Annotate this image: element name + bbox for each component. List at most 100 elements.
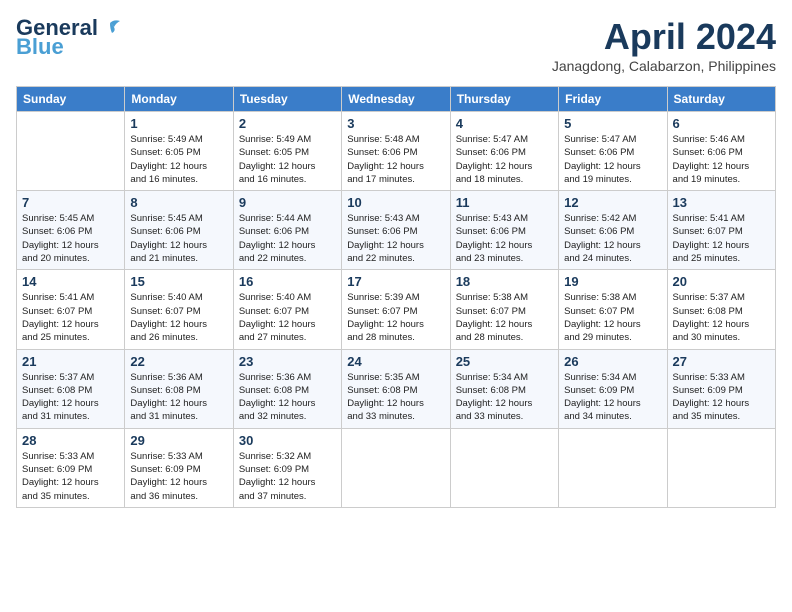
table-cell: 15 Sunrise: 5:40 AM Sunset: 6:07 PM Dayli… — [125, 270, 233, 349]
day-info: Sunrise: 5:47 AM Sunset: 6:06 PM Dayligh… — [564, 133, 661, 186]
col-wednesday: Wednesday — [342, 87, 450, 112]
day-number: 26 — [564, 354, 661, 369]
day-info: Sunrise: 5:45 AM Sunset: 6:06 PM Dayligh… — [130, 212, 227, 265]
table-cell: 5 Sunrise: 5:47 AM Sunset: 6:06 PM Daylig… — [559, 112, 667, 191]
col-saturday: Saturday — [667, 87, 775, 112]
table-cell: 3 Sunrise: 5:48 AM Sunset: 6:06 PM Daylig… — [342, 112, 450, 191]
day-info: Sunrise: 5:34 AM Sunset: 6:08 PM Dayligh… — [456, 371, 553, 424]
day-number: 15 — [130, 274, 227, 289]
day-number: 14 — [22, 274, 119, 289]
day-number: 2 — [239, 116, 336, 131]
table-cell — [667, 428, 775, 507]
day-info: Sunrise: 5:42 AM Sunset: 6:06 PM Dayligh… — [564, 212, 661, 265]
day-number: 29 — [130, 433, 227, 448]
col-friday: Friday — [559, 87, 667, 112]
day-number: 13 — [673, 195, 770, 210]
day-number: 7 — [22, 195, 119, 210]
col-sunday: Sunday — [17, 87, 125, 112]
day-info: Sunrise: 5:34 AM Sunset: 6:09 PM Dayligh… — [564, 371, 661, 424]
table-cell: 6 Sunrise: 5:46 AM Sunset: 6:06 PM Daylig… — [667, 112, 775, 191]
day-info: Sunrise: 5:43 AM Sunset: 6:06 PM Dayligh… — [456, 212, 553, 265]
day-number: 23 — [239, 354, 336, 369]
table-cell: 9Sunrise: 5:44 AM Sunset: 6:06 PM Daylig… — [233, 191, 341, 270]
day-info: Sunrise: 5:45 AM Sunset: 6:06 PM Dayligh… — [22, 212, 119, 265]
table-cell: 12 Sunrise: 5:42 AM Sunset: 6:06 PM Dayli… — [559, 191, 667, 270]
day-info: Sunrise: 5:41 AM Sunset: 6:07 PM Dayligh… — [673, 212, 770, 265]
table-cell: 2 Sunrise: 5:49 AM Sunset: 6:05 PM Daylig… — [233, 112, 341, 191]
table-cell — [342, 428, 450, 507]
table-cell: 4Sunrise: 5:47 AM Sunset: 6:06 PM Daylig… — [450, 112, 558, 191]
day-number: 16 — [239, 274, 336, 289]
calendar-header-row: Sunday Monday Tuesday Wednesday Thursday… — [17, 87, 776, 112]
day-number: 20 — [673, 274, 770, 289]
day-info: Sunrise: 5:48 AM Sunset: 6:06 PM Dayligh… — [347, 133, 444, 186]
table-cell: 26 Sunrise: 5:34 AM Sunset: 6:09 PM Dayli… — [559, 349, 667, 428]
day-number: 11 — [456, 195, 553, 210]
table-cell — [17, 112, 125, 191]
table-cell: 21 Sunrise: 5:37 AM Sunset: 6:08 PM Dayli… — [17, 349, 125, 428]
day-info: Sunrise: 5:49 AM Sunset: 6:05 PM Dayligh… — [239, 133, 336, 186]
table-cell: 8 Sunrise: 5:45 AM Sunset: 6:06 PM Daylig… — [125, 191, 233, 270]
logo-bird-icon — [100, 19, 122, 37]
table-cell: 1Sunrise: 5:49 AM Sunset: 6:05 PM Daylig… — [125, 112, 233, 191]
day-number: 24 — [347, 354, 444, 369]
day-number: 6 — [673, 116, 770, 131]
logo-blue: Blue — [16, 34, 64, 60]
day-number: 18 — [456, 274, 553, 289]
day-info: Sunrise: 5:32 AM Sunset: 6:09 PM Dayligh… — [239, 450, 336, 503]
table-cell: 18 Sunrise: 5:38 AM Sunset: 6:07 PM Dayli… — [450, 270, 558, 349]
calendar-week-row: 21 Sunrise: 5:37 AM Sunset: 6:08 PM Dayli… — [17, 349, 776, 428]
table-cell: 24 Sunrise: 5:35 AM Sunset: 6:08 PM Dayli… — [342, 349, 450, 428]
table-cell — [450, 428, 558, 507]
table-cell: 10Sunrise: 5:43 AM Sunset: 6:06 PM Dayli… — [342, 191, 450, 270]
day-number: 9 — [239, 195, 336, 210]
col-thursday: Thursday — [450, 87, 558, 112]
day-number: 8 — [130, 195, 227, 210]
day-number: 17 — [347, 274, 444, 289]
table-cell: 14 Sunrise: 5:41 AM Sunset: 6:07 PM Dayli… — [17, 270, 125, 349]
month-title: April 2024 — [552, 16, 776, 58]
page-header: General Blue April 2024 Janagdong, Calab… — [16, 16, 776, 74]
col-monday: Monday — [125, 87, 233, 112]
day-number: 5 — [564, 116, 661, 131]
day-number: 22 — [130, 354, 227, 369]
table-cell: 23 Sunrise: 5:36 AM Sunset: 6:08 PM Dayli… — [233, 349, 341, 428]
day-number: 21 — [22, 354, 119, 369]
day-info: Sunrise: 5:38 AM Sunset: 6:07 PM Dayligh… — [456, 291, 553, 344]
day-info: Sunrise: 5:46 AM Sunset: 6:06 PM Dayligh… — [673, 133, 770, 186]
calendar-week-row: 14 Sunrise: 5:41 AM Sunset: 6:07 PM Dayli… — [17, 270, 776, 349]
day-info: Sunrise: 5:39 AM Sunset: 6:07 PM Dayligh… — [347, 291, 444, 344]
table-cell: 17 Sunrise: 5:39 AM Sunset: 6:07 PM Dayli… — [342, 270, 450, 349]
day-number: 25 — [456, 354, 553, 369]
table-cell — [559, 428, 667, 507]
table-cell: 20Sunrise: 5:37 AM Sunset: 6:08 PM Dayli… — [667, 270, 775, 349]
day-info: Sunrise: 5:41 AM Sunset: 6:07 PM Dayligh… — [22, 291, 119, 344]
day-number: 12 — [564, 195, 661, 210]
day-number: 10 — [347, 195, 444, 210]
table-cell: 16Sunrise: 5:40 AM Sunset: 6:07 PM Dayli… — [233, 270, 341, 349]
day-info: Sunrise: 5:38 AM Sunset: 6:07 PM Dayligh… — [564, 291, 661, 344]
calendar-table: Sunday Monday Tuesday Wednesday Thursday… — [16, 86, 776, 508]
day-info: Sunrise: 5:33 AM Sunset: 6:09 PM Dayligh… — [22, 450, 119, 503]
table-cell: 27Sunrise: 5:33 AM Sunset: 6:09 PM Dayli… — [667, 349, 775, 428]
calendar-week-row: 28 Sunrise: 5:33 AM Sunset: 6:09 PM Dayli… — [17, 428, 776, 507]
day-info: Sunrise: 5:36 AM Sunset: 6:08 PM Dayligh… — [130, 371, 227, 424]
table-cell: 22 Sunrise: 5:36 AM Sunset: 6:08 PM Dayli… — [125, 349, 233, 428]
day-number: 27 — [673, 354, 770, 369]
col-tuesday: Tuesday — [233, 87, 341, 112]
day-info: Sunrise: 5:40 AM Sunset: 6:07 PM Dayligh… — [130, 291, 227, 344]
day-info: Sunrise: 5:37 AM Sunset: 6:08 PM Dayligh… — [22, 371, 119, 424]
day-number: 28 — [22, 433, 119, 448]
day-number: 30 — [239, 433, 336, 448]
day-info: Sunrise: 5:36 AM Sunset: 6:08 PM Dayligh… — [239, 371, 336, 424]
day-info: Sunrise: 5:35 AM Sunset: 6:08 PM Dayligh… — [347, 371, 444, 424]
title-section: April 2024 Janagdong, Calabarzon, Philip… — [552, 16, 776, 74]
logo: General Blue — [16, 16, 122, 60]
location: Janagdong, Calabarzon, Philippines — [552, 58, 776, 74]
table-cell: 19Sunrise: 5:38 AM Sunset: 6:07 PM Dayli… — [559, 270, 667, 349]
table-cell: 11 Sunrise: 5:43 AM Sunset: 6:06 PM Dayli… — [450, 191, 558, 270]
calendar-week-row: 7 Sunrise: 5:45 AM Sunset: 6:06 PM Daylig… — [17, 191, 776, 270]
day-number: 1 — [130, 116, 227, 131]
day-number: 4 — [456, 116, 553, 131]
day-number: 3 — [347, 116, 444, 131]
